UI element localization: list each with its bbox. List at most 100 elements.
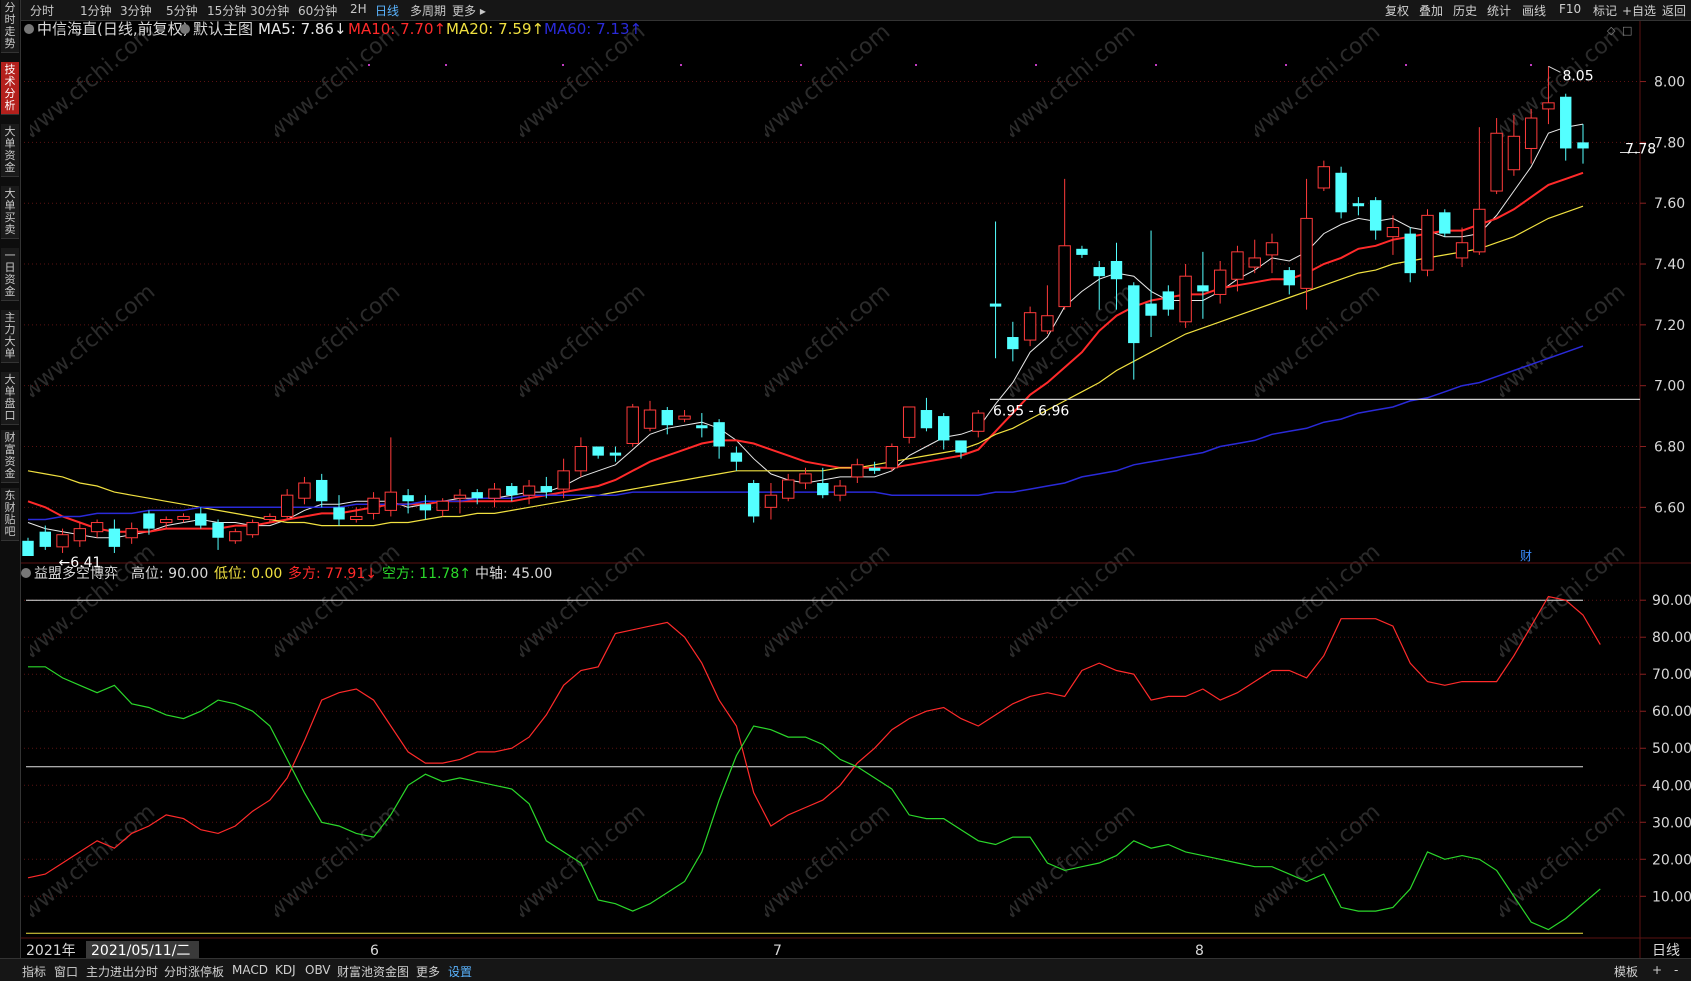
template-icon[interactable] (180, 24, 190, 34)
bottom-tab-6[interactable]: OBV (305, 963, 331, 977)
candle-body (764, 494, 778, 508)
toolbar-action-6[interactable]: 标记 (1593, 2, 1617, 19)
period-9[interactable]: 多周期 (410, 2, 446, 19)
maximize-icon[interactable]: □ (1622, 24, 1632, 37)
sidebar-tab-7[interactable]: 财 富 资 金 (1, 430, 19, 483)
sidebar-tab-4[interactable]: 一 日 资 金 (1, 248, 19, 301)
sidebar-tab-0[interactable]: 分 时 走 势 (1, 0, 19, 53)
candle-body (350, 515, 363, 521)
bottom-tab-3[interactable]: 分时涨停板 (164, 963, 224, 980)
candle-body (1455, 242, 1469, 259)
ma10-label: MA10: 7.70↑ (348, 20, 446, 38)
indicator-tick-label: 60.00 (1652, 704, 1691, 720)
candle-body (713, 422, 725, 447)
period-2[interactable]: 3分钟 (120, 2, 152, 19)
candle-body (1162, 291, 1175, 310)
period-4[interactable]: 15分钟 (207, 2, 246, 19)
candle-body (1007, 337, 1019, 350)
ma60-label: MA60: 7.13↑ (544, 20, 642, 38)
bottom-action-1[interactable]: + (1652, 963, 1662, 977)
toolbar-action-8[interactable]: 返回 (1662, 2, 1686, 19)
bottom-action-0[interactable]: 模板 (1614, 963, 1638, 980)
bottom-tab-4[interactable]: MACD (232, 963, 268, 977)
candle[interactable] (1335, 166, 1347, 219)
candle[interactable] (246, 519, 259, 538)
candle[interactable] (626, 403, 639, 447)
candle-body (678, 415, 691, 420)
period-8[interactable]: 日线 (375, 2, 399, 19)
indicator-short-label: 空方: 11.78↑ (382, 566, 471, 582)
indicator-tick-label: 20.00 (1652, 852, 1691, 868)
collapse-icon[interactable]: ◇ (1607, 24, 1616, 37)
period-5[interactable]: 30分钟 (250, 2, 289, 19)
candle-body (1179, 275, 1192, 323)
toolbar-action-3[interactable]: 统计 (1487, 2, 1511, 19)
candle-body (833, 485, 847, 496)
candle-body (868, 467, 881, 471)
indicator-settings-icon[interactable] (21, 568, 31, 578)
toolbar-action-2[interactable]: 历史 (1453, 2, 1477, 19)
finance-marker[interactable]: 财 (1520, 549, 1532, 563)
toolbar-action-7[interactable]: +自选 (1622, 2, 1656, 19)
candle[interactable] (885, 443, 899, 471)
candle-body (955, 440, 967, 453)
candle-body (1213, 269, 1227, 295)
bottom-tab-0[interactable]: 指标 (22, 963, 46, 980)
candle-body (453, 494, 467, 499)
price-tick-label: 6.80 (1654, 440, 1685, 456)
sidebar-tab-2[interactable]: 大 单 资 金 (1, 124, 19, 177)
bottom-tab-5[interactable]: KDJ (275, 963, 296, 977)
period-10[interactable]: 更多 ▸ (452, 2, 486, 19)
settings-icon[interactable] (24, 24, 34, 34)
candle-body (298, 482, 311, 499)
month-label-7: 7 (773, 943, 782, 959)
stock-chart-canvas[interactable]: www.cfchi.com 8.007.807.607.407.207.006.… (0, 0, 1691, 980)
template-label[interactable]: 默认主图 (193, 20, 253, 38)
candle-body (1300, 217, 1313, 289)
indicator-name[interactable]: 益盟多空博弈 (34, 565, 118, 582)
candle-body (1473, 208, 1486, 253)
period-0[interactable]: 分时 (30, 2, 54, 19)
event-marker (1285, 64, 1287, 66)
candle-body (1352, 203, 1365, 207)
sidebar-tab-8[interactable]: 东 财 贴 吧 (1, 488, 19, 541)
period-7[interactable]: 2H (350, 2, 367, 16)
bottom-tab-7[interactable]: 财富池资金图 (337, 963, 409, 980)
candle-body (799, 473, 812, 484)
toolbar-action-0[interactable]: 复权 (1385, 2, 1409, 19)
toolbar-action-4[interactable]: 画线 (1522, 2, 1546, 19)
period-label[interactable]: 日线 (1652, 943, 1680, 959)
candle-body (1128, 285, 1140, 344)
price-tick-label: 6.60 (1654, 500, 1685, 516)
period-3[interactable]: 5分钟 (166, 2, 198, 19)
price-tick-label: 7.60 (1654, 196, 1685, 212)
crosshair-date: 2021/05/11/二 (91, 943, 190, 959)
candle[interactable] (747, 479, 760, 523)
sidebar-tab-1[interactable]: 技 术 分 析 (1, 62, 19, 115)
candle[interactable] (1439, 209, 1451, 237)
price-tick-label: 7.80 (1654, 135, 1685, 151)
candle[interactable] (1421, 209, 1434, 277)
candle-body (177, 515, 190, 521)
toolbar-action-5[interactable]: F10 (1559, 2, 1581, 16)
candle-body (229, 531, 242, 542)
price-tick-label: 7.20 (1654, 318, 1685, 334)
candle-body (280, 494, 294, 517)
watermark-layer (20, 20, 1640, 958)
toolbar-action-1[interactable]: 叠加 (1419, 2, 1443, 19)
bottom-tab-1[interactable]: 窗口 (54, 963, 78, 980)
candle-body (1076, 248, 1088, 255)
ma20-label: MA20: 7.59↑ (446, 20, 544, 38)
sidebar-tab-3[interactable]: 大 单 买 卖 (1, 186, 19, 239)
period-1[interactable]: 1分钟 (80, 2, 112, 19)
bottom-tab-8[interactable]: 更多 (416, 963, 440, 980)
bottom-action-2[interactable]: - (1674, 963, 1678, 977)
period-6[interactable]: 60分钟 (298, 2, 337, 19)
candle-body (1386, 227, 1400, 238)
sidebar-tab-5[interactable]: 主 力 大 单 (1, 310, 19, 363)
sidebar-tab-6[interactable]: 大 单 盘 口 (1, 372, 19, 425)
bottom-tab-2[interactable]: 主力进出分时 (86, 963, 158, 980)
bottom-tab-9[interactable]: 设置 (448, 963, 472, 980)
period-toolbar: 分时 1分钟 3分钟 5分钟 15分钟 30分钟 60分钟 2H 日线 多周期 更多 ▸ 复权 叠加 历史… (0, 0, 1691, 21)
candle[interactable] (1023, 306, 1037, 347)
